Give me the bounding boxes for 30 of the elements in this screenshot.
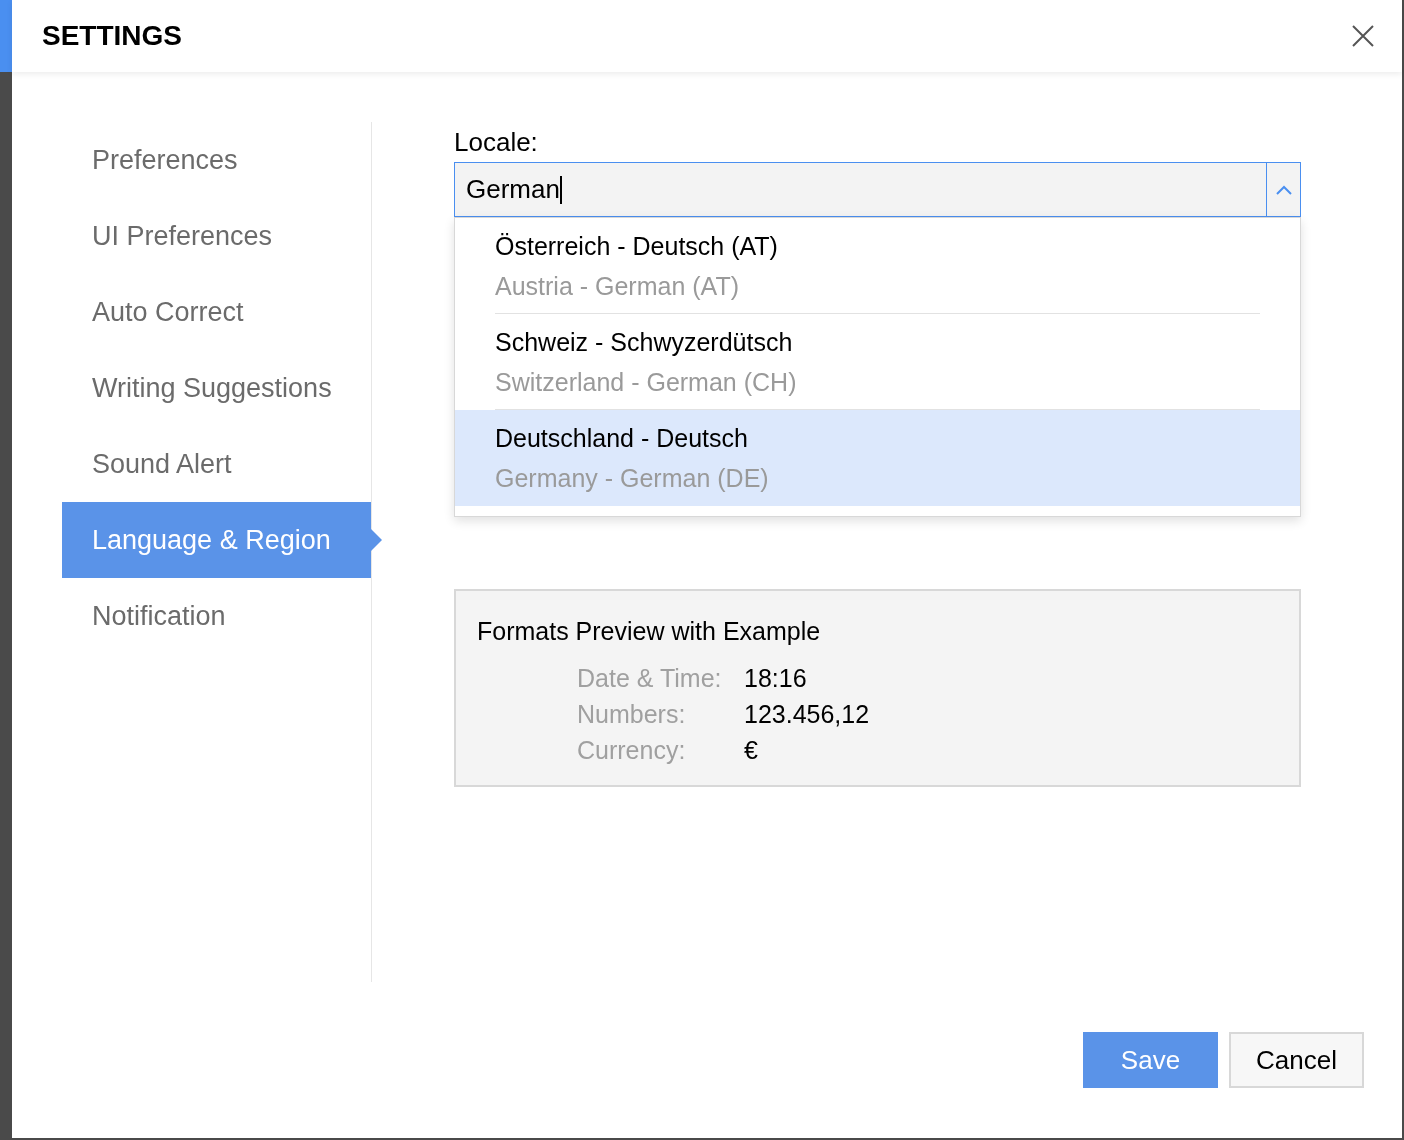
option-description: Austria - German (AT): [495, 270, 741, 302]
cancel-button[interactable]: Cancel: [1229, 1032, 1364, 1088]
sidebar-item[interactable]: Notification: [62, 578, 371, 654]
dialog-title: SETTINGS: [42, 19, 182, 53]
format-value: 123.456,12: [744, 698, 870, 730]
option-name: Deutschland - Deutsch: [495, 423, 749, 454]
format-value: 18:16: [744, 662, 807, 694]
sidebar-item[interactable]: Preferences: [62, 122, 371, 198]
chevron-up-icon: [1275, 184, 1292, 195]
sidebar-item[interactable]: Sound Alert: [62, 426, 371, 502]
format-label: Date & Time:: [577, 662, 723, 694]
locale-option[interactable]: Schweiz - Schwyzerdütsch Switzerland - German (CH): [455, 314, 1300, 410]
selection-pointer: [371, 529, 382, 551]
option-name: Schweiz - Schwyzerdütsch: [495, 326, 794, 358]
background-window-edge: [0, 0, 12, 72]
preview-title: Formats Preview with Example: [477, 616, 822, 647]
format-label: Numbers:: [577, 698, 687, 730]
option-description: Switzerland - German (CH): [495, 366, 798, 398]
locale-option[interactable]: Österreich - Deutsch (AT) Austria - German (AT): [455, 218, 1300, 314]
locale-label: Locale:: [454, 126, 539, 159]
sidebar-item[interactable]: Writing Suggestions: [62, 350, 371, 426]
locale-combobox[interactable]: German: [454, 162, 1301, 217]
option-name: Österreich - Deutsch (AT): [495, 230, 779, 262]
locale-option[interactable]: Deutschland - Deutsch Germany - German (DE): [455, 410, 1300, 506]
sidebar-item[interactable]: UI Preferences: [62, 198, 371, 274]
option-description: Germany - German (DE): [495, 463, 770, 494]
format-value: €: [744, 734, 758, 766]
save-button[interactable]: Save: [1083, 1032, 1218, 1088]
sidebar-item[interactable]: Auto Correct: [62, 274, 371, 350]
format-label: Currency:: [577, 734, 687, 766]
